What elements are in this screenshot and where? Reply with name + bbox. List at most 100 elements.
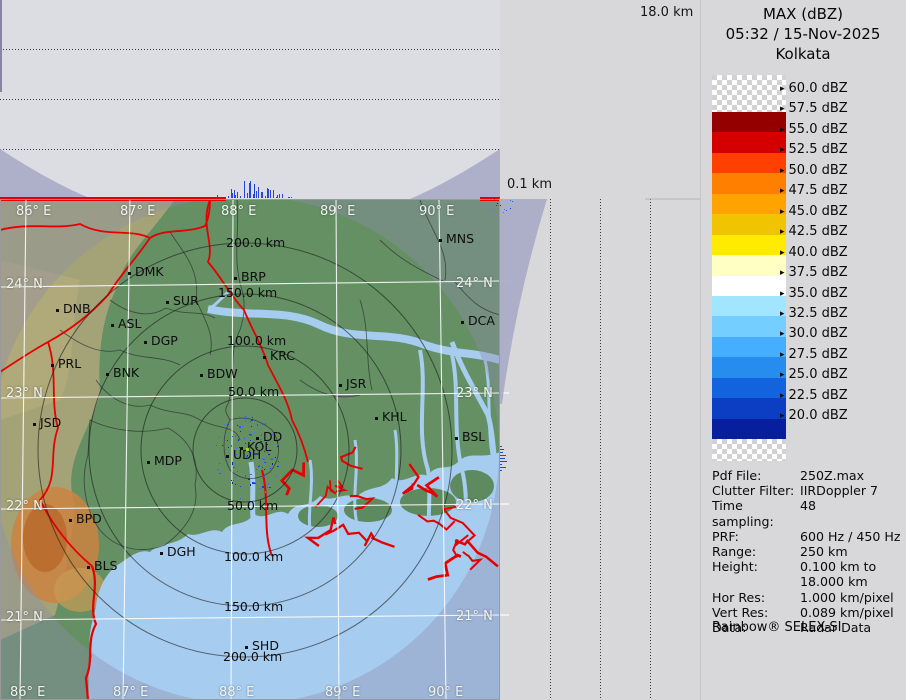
echo-pixel — [512, 201, 513, 202]
station-code: ASL — [118, 316, 141, 331]
legend-tick-arrow-icon: ▸ — [780, 391, 785, 401]
info-label: Hor Res: — [712, 590, 800, 605]
echo-pixel — [496, 205, 497, 206]
echo-pixel — [248, 479, 250, 480]
echo-pixel — [262, 467, 263, 468]
info-row: Pdf File:250Z.max — [712, 468, 902, 483]
product-title: MAX (dBZ) — [700, 4, 906, 24]
station-dot — [144, 341, 147, 344]
echo-pixel — [227, 429, 228, 430]
station-dot — [33, 423, 36, 426]
echo-pixel — [260, 488, 261, 489]
station-dot — [87, 566, 90, 569]
echo-pixel — [260, 425, 261, 426]
station-code: BSL — [462, 429, 485, 444]
legend-label-text: 40.0 dBZ — [789, 245, 848, 260]
station-code: MDP — [154, 453, 182, 468]
legend-label-text: 37.5 dBZ — [789, 265, 848, 280]
echo-pixel — [291, 197, 292, 198]
legend-label-text: 45.0 dBZ — [789, 204, 848, 219]
info-row: Clutter Filter:IIRDoppler 7 — [712, 483, 902, 498]
legend-tick-arrow-icon: ▸ — [780, 125, 785, 135]
legend-label: ▸25.0 dBZ — [780, 367, 848, 382]
echo-pixel — [504, 209, 505, 210]
info-row: Vert Res:0.089 km/pixel — [712, 605, 902, 620]
legend-tick-arrow-icon: ▸ — [780, 207, 785, 217]
station-code: MNS — [446, 231, 474, 246]
echo-pixel — [237, 192, 238, 198]
info-row: PRF:600 Hz / 450 Hz — [712, 529, 902, 544]
legend-label: ▸30.0 dBZ — [780, 326, 848, 341]
legend-band-checker — [712, 75, 786, 112]
station-dot — [339, 384, 342, 387]
echo-pixel — [261, 434, 262, 436]
station-code: JSD — [40, 415, 61, 430]
legend-label-text: 20.0 dBZ — [789, 408, 848, 423]
station-dot — [128, 272, 131, 275]
legend-band — [712, 398, 786, 418]
station-code: DMK — [135, 264, 164, 279]
legend-label-text: 22.5 dBZ — [789, 388, 848, 403]
height-axis-min-label: 0.1 km — [507, 177, 552, 192]
echo-pixel — [231, 445, 232, 447]
echo-pixel — [240, 196, 241, 198]
product-header: MAX (dBZ) 05:32 / 15-Nov-2025 Kolkata — [700, 4, 906, 64]
echo-pixel — [263, 459, 265, 460]
legend-band — [712, 214, 786, 234]
echo-pixel — [282, 194, 283, 198]
echo-pixel — [224, 424, 225, 425]
station-dot — [56, 309, 59, 312]
legend-label: ▸ 45.0 dBZ — [780, 204, 848, 219]
legend-tick-arrow-icon: ▸ — [780, 370, 785, 380]
echo-pixel — [216, 445, 217, 446]
legend-band — [712, 132, 786, 152]
echo-pixel — [250, 421, 251, 422]
legend-label: ▸40.0 dBZ — [780, 245, 848, 260]
echo-pixel — [262, 424, 264, 425]
legend-band — [712, 255, 786, 275]
echo-pixel — [233, 467, 235, 468]
echo-pixel — [256, 447, 258, 448]
legend-tick-arrow-icon: ▸ — [780, 145, 785, 155]
echo-pixel — [247, 193, 248, 198]
echo-pixel — [238, 440, 239, 441]
legend-label-text: 47.5 dBZ — [789, 183, 848, 198]
lon-label: 87° E — [120, 204, 155, 219]
echo-pixel — [241, 495, 242, 496]
echo-pixel — [228, 433, 229, 434]
lat-label: 21° N — [6, 610, 43, 625]
echo-pixel — [262, 458, 263, 459]
echo-pixel — [244, 438, 245, 439]
echo-pixel — [262, 486, 264, 488]
echo-pixel — [251, 415, 253, 416]
legend-band — [712, 112, 786, 132]
echo-pixel — [277, 446, 279, 447]
echo-pixel — [231, 480, 232, 481]
info-row: Hor Res:1.000 km/pixel — [712, 590, 902, 605]
legend-label: ▸42.5 dBZ — [780, 224, 848, 239]
legend-tick-arrow-icon: ▸ — [780, 268, 785, 278]
echo-pixel — [265, 462, 266, 463]
legend-label-text: 55.0 dBZ — [789, 122, 848, 137]
echo-pixel — [245, 416, 247, 417]
echo-pixel — [273, 190, 274, 198]
station-code: BLS — [94, 558, 117, 573]
echo-pixel — [269, 487, 271, 488]
legend-band — [712, 378, 786, 398]
range-ring-label: 50.0 km — [227, 498, 278, 513]
info-label: Range: — [712, 544, 800, 559]
terrain-hills-core — [23, 504, 67, 572]
echo-pixel — [272, 434, 273, 435]
info-value: 600 Hz / 450 Hz — [800, 529, 901, 544]
legend-label: ▸35.0 dBZ — [780, 286, 848, 301]
legend-label-text: 42.5 dBZ — [789, 224, 848, 239]
product-info-block: Pdf File:250Z.maxClutter Filter:IIRDoppl… — [712, 468, 902, 635]
echo-pixel — [225, 434, 226, 435]
echo-pixel — [279, 194, 280, 198]
echo-pixel — [500, 458, 505, 459]
echo-pixel — [235, 448, 237, 449]
echo-pixel — [500, 446, 502, 447]
echo-pixel — [500, 470, 502, 471]
station-dot — [106, 373, 109, 376]
station-code: PRL — [58, 356, 81, 371]
